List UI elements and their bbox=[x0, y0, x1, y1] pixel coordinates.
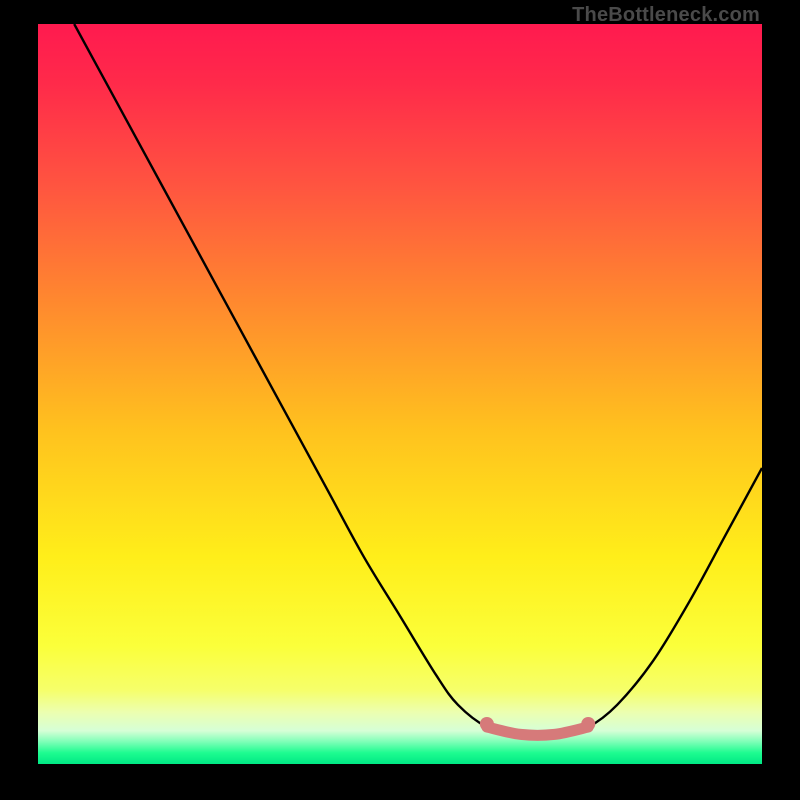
optimal-range-end-dot bbox=[581, 717, 595, 731]
bottleneck-curve bbox=[74, 24, 762, 735]
optimal-range-start-dot bbox=[480, 717, 494, 731]
chart-frame: TheBottleneck.com bbox=[0, 0, 800, 800]
plot-area bbox=[38, 24, 762, 764]
watermark-text: TheBottleneck.com bbox=[572, 4, 760, 27]
optimal-range-highlight bbox=[487, 727, 588, 735]
chart-curve-layer bbox=[38, 24, 762, 764]
